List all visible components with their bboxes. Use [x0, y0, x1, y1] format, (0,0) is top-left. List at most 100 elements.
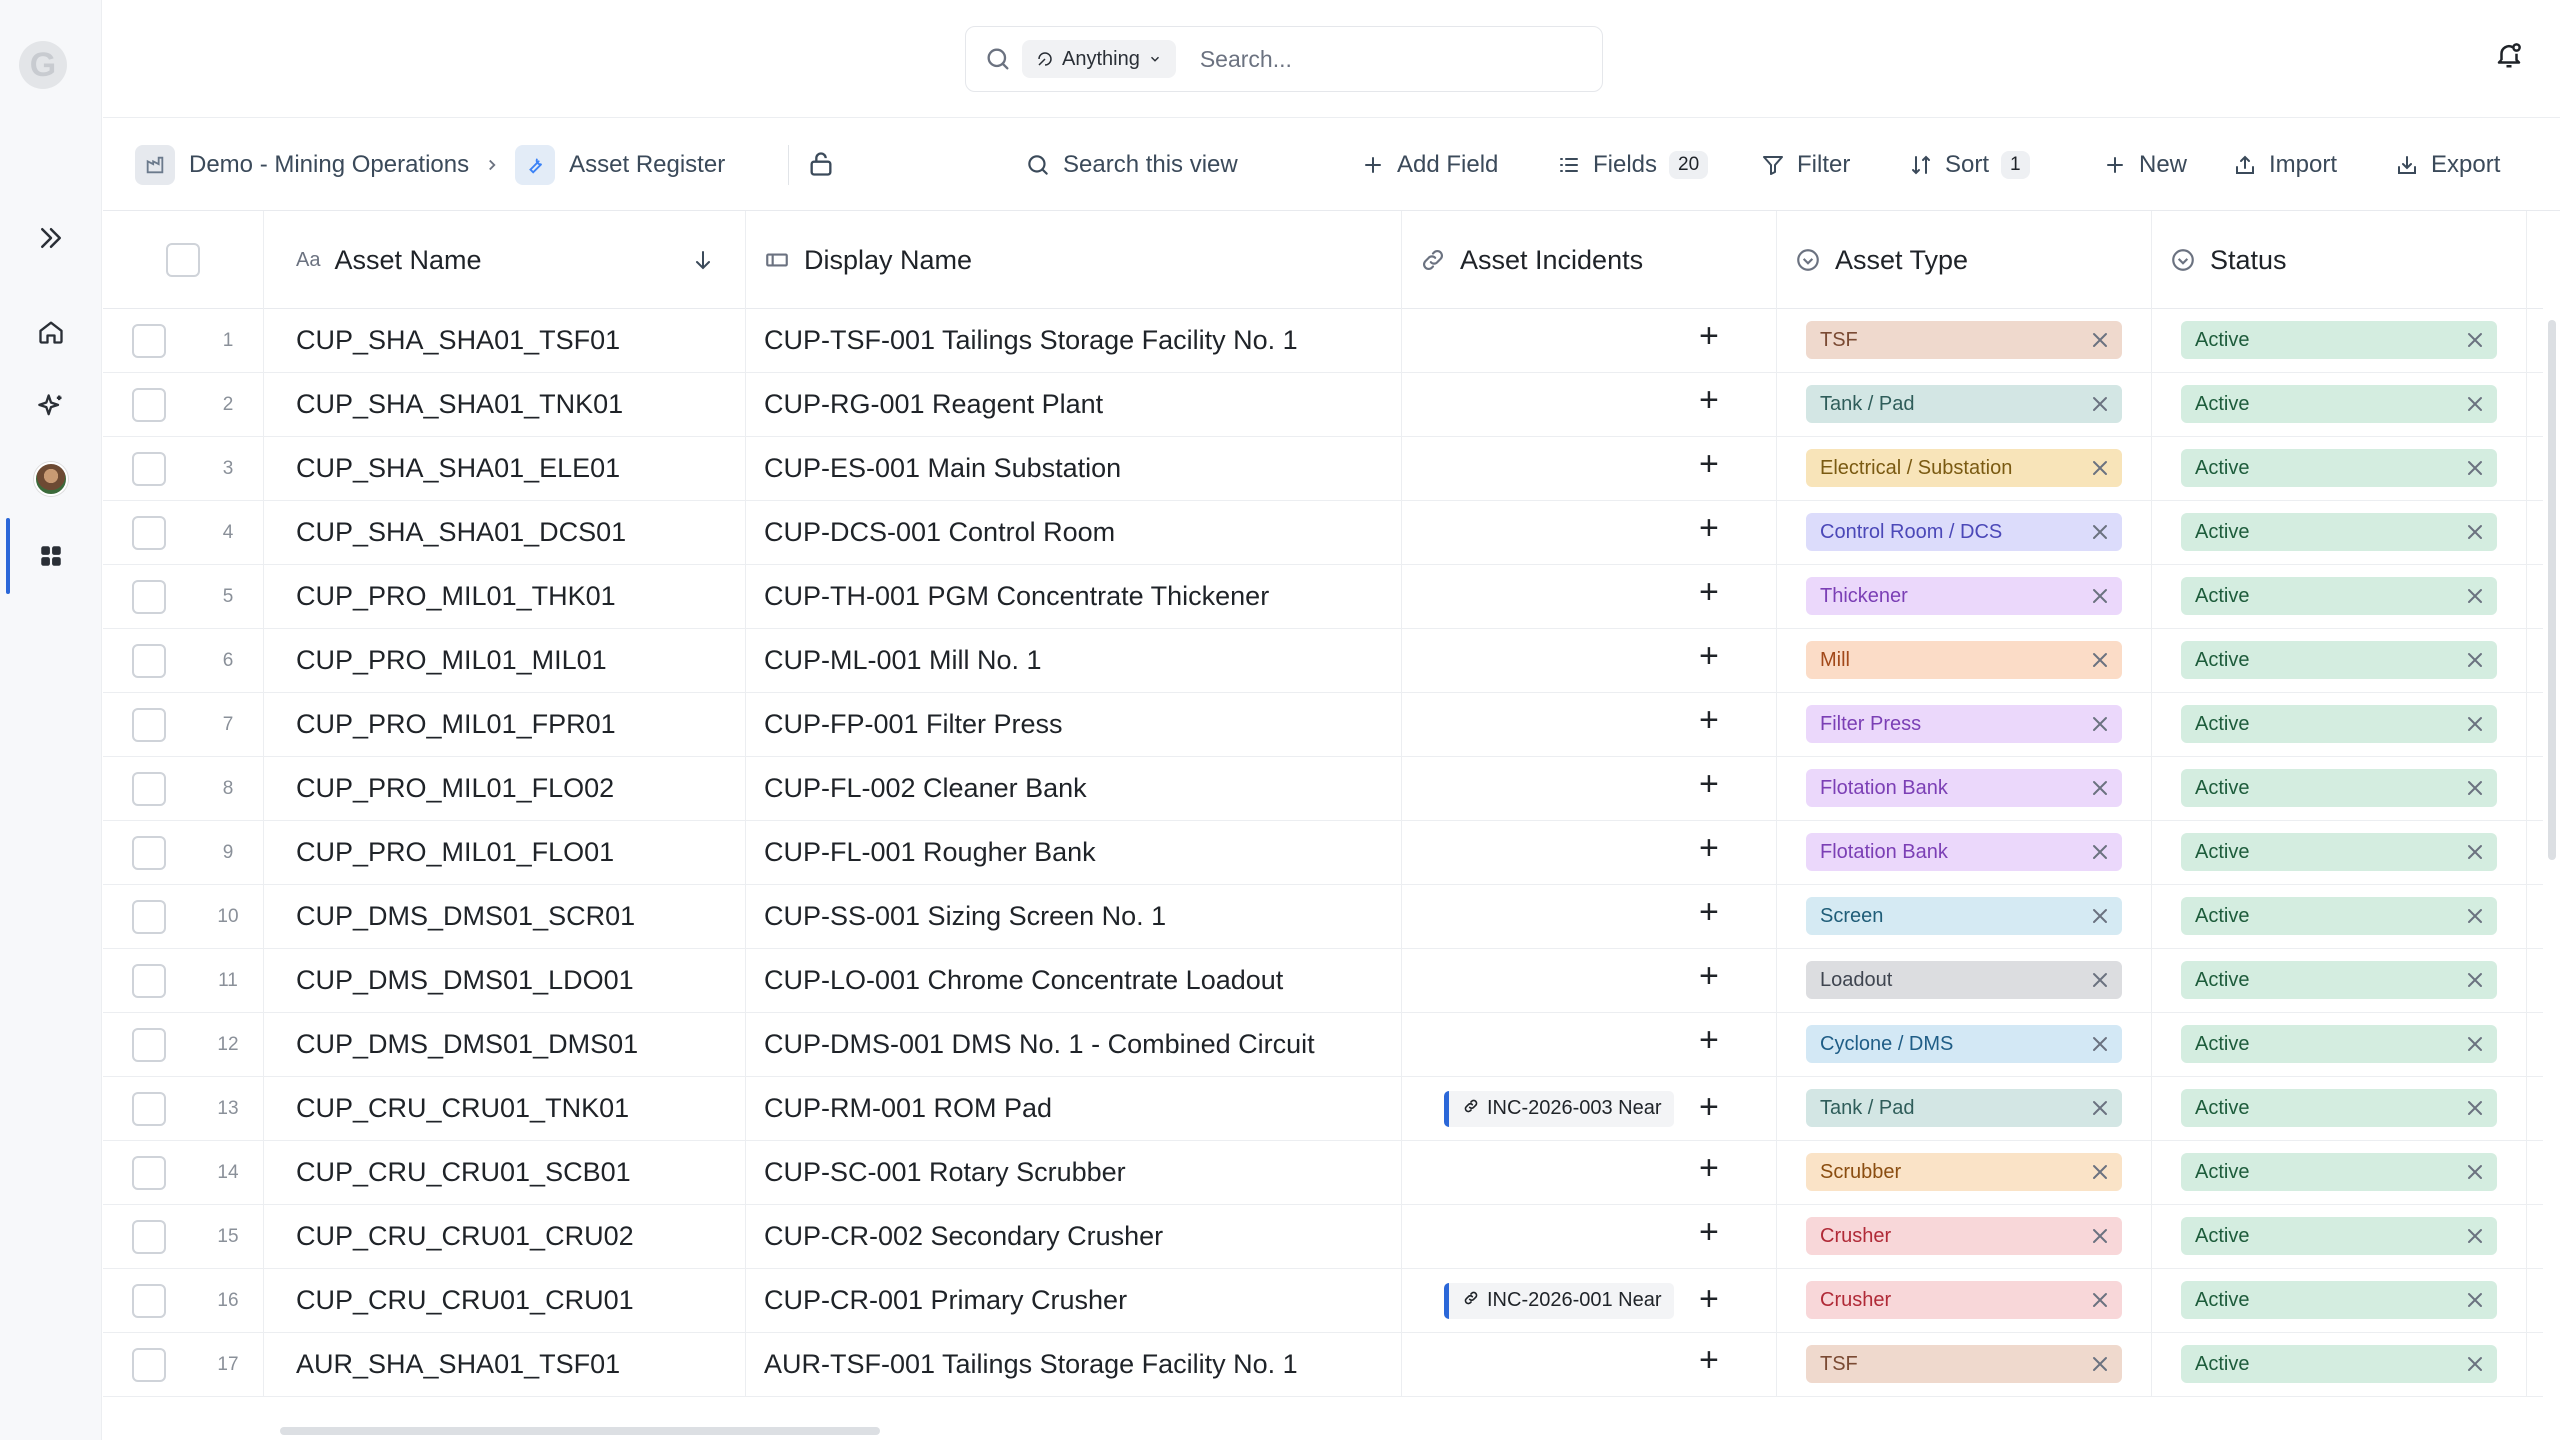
asset-type-cell[interactable]: Flotation Bank: [1777, 821, 2152, 884]
home-icon[interactable]: [26, 307, 76, 357]
asset-type-cell[interactable]: Electrical / Substation: [1777, 437, 2152, 500]
asset-type-tag[interactable]: Control Room / DCS: [1806, 513, 2122, 551]
asset-type-tag[interactable]: Screen: [1806, 897, 2122, 935]
status-cell[interactable]: Active: [2152, 1269, 2527, 1332]
table-row[interactable]: 6 CUP_PRO_MIL01_MIL01 CUP-ML-001 Mill No. …: [103, 629, 2543, 693]
add-incident-plus-icon[interactable]: +: [1699, 831, 1719, 865]
status-cell[interactable]: Active: [2152, 949, 2527, 1012]
status-tag[interactable]: Active: [2181, 513, 2497, 551]
remove-tag-icon[interactable]: [2088, 904, 2112, 934]
incident-link-chip[interactable]: INC-2026-003 Near: [1444, 1090, 1674, 1127]
display-name-cell[interactable]: AUR-TSF-001 Tailings Storage Facility No…: [746, 1333, 1402, 1396]
asset-incidents-cell[interactable]: +: [1402, 1141, 1777, 1204]
asset-incidents-cell[interactable]: +: [1402, 821, 1777, 884]
asset-type-tag[interactable]: Thickener: [1806, 577, 2122, 615]
remove-tag-icon[interactable]: [2088, 712, 2112, 742]
asset-type-cell[interactable]: Screen: [1777, 885, 2152, 948]
add-incident-plus-icon[interactable]: +: [1699, 447, 1719, 481]
add-incident-plus-icon[interactable]: +: [1699, 1151, 1719, 1185]
search-view[interactable]: Search this view: [1025, 119, 1238, 211]
asset-name-cell[interactable]: CUP_PRO_MIL01_FPR01: [264, 693, 746, 756]
display-name-cell[interactable]: CUP-SC-001 Rotary Scrubber: [746, 1141, 1402, 1204]
remove-tag-icon[interactable]: [2463, 1224, 2487, 1254]
user-avatar[interactable]: [26, 454, 76, 504]
asset-type-cell[interactable]: Filter Press: [1777, 693, 2152, 756]
remove-tag-icon[interactable]: [2463, 1352, 2487, 1382]
asset-name-cell[interactable]: CUP_CRU_CRU01_CRU01: [264, 1269, 746, 1332]
row-checkbox[interactable]: [132, 835, 166, 870]
row-checkbox[interactable]: [132, 323, 166, 358]
display-name-cell[interactable]: CUP-FL-001 Rougher Bank: [746, 821, 1402, 884]
display-name-cell[interactable]: CUP-RM-001 ROM Pad: [746, 1077, 1402, 1140]
status-tag[interactable]: Active: [2181, 1089, 2497, 1127]
asset-type-tag[interactable]: Mill: [1806, 641, 2122, 679]
remove-tag-icon[interactable]: [2088, 1352, 2112, 1382]
search-input[interactable]: [1199, 45, 1600, 73]
table-row[interactable]: 16 CUP_CRU_CRU01_CRU01 CUP-CR-001 Primary …: [103, 1269, 2543, 1333]
asset-type-tag[interactable]: Electrical / Substation: [1806, 449, 2122, 487]
add-field-button[interactable]: Add Field: [1361, 119, 1498, 211]
table-row[interactable]: 5 CUP_PRO_MIL01_THK01 CUP-TH-001 PGM Conce…: [103, 565, 2543, 629]
row-checkbox[interactable]: [132, 643, 166, 678]
table-row[interactable]: 10 CUP_DMS_DMS01_SCR01 CUP-SS-001 Sizing S…: [103, 885, 2543, 949]
status-cell[interactable]: Active: [2152, 693, 2527, 756]
asset-type-cell[interactable]: Tank / Pad: [1777, 373, 2152, 436]
asset-name-cell[interactable]: CUP_SHA_SHA01_ELE01: [264, 437, 746, 500]
add-incident-plus-icon[interactable]: +: [1699, 575, 1719, 609]
add-incident-plus-icon[interactable]: +: [1699, 1282, 1719, 1316]
row-checkbox[interactable]: [132, 1027, 166, 1062]
apps-grid-icon[interactable]: [26, 531, 76, 581]
remove-tag-icon[interactable]: [2463, 1160, 2487, 1190]
display-name-cell[interactable]: CUP-LO-001 Chrome Concentrate Loadout: [746, 949, 1402, 1012]
add-incident-plus-icon[interactable]: +: [1699, 895, 1719, 929]
remove-tag-icon[interactable]: [2463, 904, 2487, 934]
table-row[interactable]: 1 CUP_SHA_SHA01_TSF01 CUP-TSF-001 Tailings…: [103, 309, 2543, 373]
asset-type-tag[interactable]: Scrubber: [1806, 1153, 2122, 1191]
column-header-asset-name[interactable]: Aa Asset Name: [264, 211, 746, 309]
asset-type-tag[interactable]: Crusher: [1806, 1281, 2122, 1319]
search-scope-dropdown[interactable]: Anything: [1022, 40, 1176, 78]
column-header-asset-incidents[interactable]: Asset Incidents: [1402, 211, 1777, 309]
remove-tag-icon[interactable]: [2088, 1096, 2112, 1126]
table-row[interactable]: 15 CUP_CRU_CRU01_CRU02 CUP-CR-002 Secondar…: [103, 1205, 2543, 1269]
lock-icon[interactable]: [807, 150, 835, 183]
breadcrumb-table[interactable]: Asset Register: [569, 151, 725, 179]
row-checkbox[interactable]: [132, 1155, 166, 1190]
asset-incidents-cell[interactable]: +: [1402, 885, 1777, 948]
status-tag[interactable]: Active: [2181, 1025, 2497, 1063]
filter-button[interactable]: Filter: [1761, 119, 1850, 211]
add-incident-plus-icon[interactable]: +: [1699, 767, 1719, 801]
add-incident-plus-icon[interactable]: +: [1699, 319, 1719, 353]
status-cell[interactable]: Active: [2152, 1077, 2527, 1140]
select-all-checkbox[interactable]: [166, 243, 200, 277]
column-header-display-name[interactable]: Display Name: [746, 211, 1402, 309]
display-name-cell[interactable]: CUP-ML-001 Mill No. 1: [746, 629, 1402, 692]
asset-incidents-cell[interactable]: +: [1402, 693, 1777, 756]
table-row[interactable]: 4 CUP_SHA_SHA01_DCS01 CUP-DCS-001 Control …: [103, 501, 2543, 565]
remove-tag-icon[interactable]: [2463, 392, 2487, 422]
asset-type-cell[interactable]: Crusher: [1777, 1269, 2152, 1332]
add-incident-plus-icon[interactable]: +: [1699, 703, 1719, 737]
asset-incidents-cell[interactable]: INC-2026-001 Near +: [1402, 1269, 1777, 1332]
remove-tag-icon[interactable]: [2088, 1224, 2112, 1254]
export-button[interactable]: Export: [2395, 119, 2500, 211]
asset-name-cell[interactable]: CUP_PRO_MIL01_FLO02: [264, 757, 746, 820]
asset-incidents-cell[interactable]: +: [1402, 1013, 1777, 1076]
asset-type-tag[interactable]: Filter Press: [1806, 705, 2122, 743]
add-incident-plus-icon[interactable]: +: [1699, 383, 1719, 417]
status-tag[interactable]: Active: [2181, 961, 2497, 999]
asset-incidents-cell[interactable]: +: [1402, 565, 1777, 628]
remove-tag-icon[interactable]: [2463, 840, 2487, 870]
add-incident-plus-icon[interactable]: +: [1699, 1023, 1719, 1057]
table-row[interactable]: 17 AUR_SHA_SHA01_TSF01 AUR-TSF-001 Tailing…: [103, 1333, 2543, 1397]
incident-link-chip[interactable]: INC-2026-001 Near: [1444, 1282, 1674, 1319]
status-tag[interactable]: Active: [2181, 1153, 2497, 1191]
status-tag[interactable]: Active: [2181, 1281, 2497, 1319]
asset-name-cell[interactable]: CUP_DMS_DMS01_DMS01: [264, 1013, 746, 1076]
import-button[interactable]: Import: [2233, 119, 2337, 211]
remove-tag-icon[interactable]: [2088, 1032, 2112, 1062]
display-name-cell[interactable]: CUP-CR-001 Primary Crusher: [746, 1269, 1402, 1332]
add-incident-plus-icon[interactable]: +: [1699, 1215, 1719, 1249]
remove-tag-icon[interactable]: [2463, 456, 2487, 486]
sort-descending-icon[interactable]: [691, 248, 715, 272]
